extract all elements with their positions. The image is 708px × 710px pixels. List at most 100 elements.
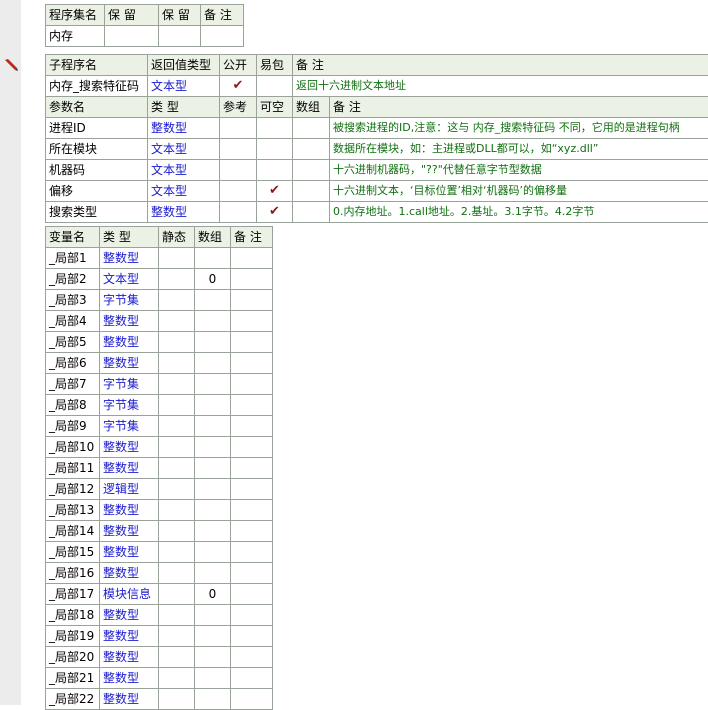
variable-array-cell[interactable] [195, 647, 231, 668]
variable-name-cell[interactable]: _局部22 [46, 689, 100, 710]
variable-static-cell[interactable] [159, 584, 195, 605]
param-note-cell[interactable]: 十六进制机器码，"??"代替任意字节型数据 [330, 160, 708, 181]
variable-type-cell[interactable]: 整数型 [100, 353, 159, 374]
variable-array-cell[interactable] [195, 290, 231, 311]
variable-type-cell[interactable]: 整数型 [100, 542, 159, 563]
variable-note-cell[interactable] [231, 248, 273, 269]
variable-row[interactable]: _局部22整数型 [46, 689, 273, 710]
param-type-cell[interactable]: 整数型 [148, 118, 220, 139]
variable-note-cell[interactable] [231, 458, 273, 479]
param-array-cell[interactable] [293, 160, 330, 181]
variable-static-cell[interactable] [159, 248, 195, 269]
param-type-cell[interactable]: 文本型 [148, 181, 220, 202]
variable-row[interactable]: _局部21整数型 [46, 668, 273, 689]
subprogram-name-cell[interactable]: 内存_搜索特征码 [46, 76, 148, 97]
variable-type-cell[interactable]: 文本型 [100, 269, 159, 290]
variable-row[interactable]: _局部6整数型 [46, 353, 273, 374]
variable-row[interactable]: _局部19整数型 [46, 626, 273, 647]
variable-row[interactable]: _局部20整数型 [46, 647, 273, 668]
variable-array-cell[interactable] [195, 395, 231, 416]
variable-static-cell[interactable] [159, 689, 195, 710]
variable-static-cell[interactable] [159, 269, 195, 290]
param-name-cell[interactable]: 搜索类型 [46, 202, 148, 223]
variable-static-cell[interactable] [159, 458, 195, 479]
param-array-cell[interactable] [293, 139, 330, 160]
variable-static-cell[interactable] [159, 311, 195, 332]
variable-name-cell[interactable]: _局部21 [46, 668, 100, 689]
variable-name-cell[interactable]: _局部9 [46, 416, 100, 437]
variable-note-cell[interactable] [231, 353, 273, 374]
variable-note-cell[interactable] [231, 668, 273, 689]
assembly-row[interactable]: 内存 [46, 26, 244, 47]
variable-static-cell[interactable] [159, 563, 195, 584]
variable-type-cell[interactable]: 字节集 [100, 395, 159, 416]
variable-name-cell[interactable]: _局部18 [46, 605, 100, 626]
variable-row[interactable]: _局部12逻辑型 [46, 479, 273, 500]
variable-name-cell[interactable]: _局部16 [46, 563, 100, 584]
variable-note-cell[interactable] [231, 290, 273, 311]
variable-note-cell[interactable] [231, 626, 273, 647]
param-array-cell[interactable] [293, 181, 330, 202]
variable-array-cell[interactable]: 0 [195, 269, 231, 290]
variable-name-cell[interactable]: _局部7 [46, 374, 100, 395]
param-ref-cell[interactable] [220, 118, 257, 139]
param-row[interactable]: 机器码 文本型 十六进制机器码，"??"代替任意字节型数据 [46, 160, 708, 181]
variable-name-cell[interactable]: _局部4 [46, 311, 100, 332]
param-row[interactable]: 所在模块 文本型 数据所在模块，如：主进程或DLL都可以，如“xyz.dll” [46, 139, 708, 160]
variable-array-cell[interactable] [195, 416, 231, 437]
variable-note-cell[interactable] [231, 437, 273, 458]
variable-name-cell[interactable]: _局部19 [46, 626, 100, 647]
variable-row[interactable]: _局部16整数型 [46, 563, 273, 584]
variable-row[interactable]: _局部2文本型 0 [46, 269, 273, 290]
variable-static-cell[interactable] [159, 353, 195, 374]
variable-name-cell[interactable]: _局部2 [46, 269, 100, 290]
variable-static-cell[interactable] [159, 395, 195, 416]
variable-type-cell[interactable]: 整数型 [100, 563, 159, 584]
variable-name-cell[interactable]: _局部15 [46, 542, 100, 563]
variable-array-cell[interactable] [195, 374, 231, 395]
variable-row[interactable]: _局部15整数型 [46, 542, 273, 563]
param-note-cell[interactable]: 0.内存地址。1.call地址。2.基址。3.1字节。4.2字节 [330, 202, 708, 223]
variable-type-cell[interactable]: 整数型 [100, 437, 159, 458]
variable-name-cell[interactable]: _局部20 [46, 647, 100, 668]
variable-row[interactable]: _局部10整数型 [46, 437, 273, 458]
variable-static-cell[interactable] [159, 521, 195, 542]
variable-note-cell[interactable] [231, 269, 273, 290]
variable-note-cell[interactable] [231, 542, 273, 563]
variable-static-cell[interactable] [159, 374, 195, 395]
subprogram-return-cell[interactable]: 文本型 [148, 76, 220, 97]
variable-row[interactable]: _局部8字节集 [46, 395, 273, 416]
variable-type-cell[interactable]: 整数型 [100, 647, 159, 668]
variable-array-cell[interactable] [195, 689, 231, 710]
variable-name-cell[interactable]: _局部11 [46, 458, 100, 479]
variable-array-cell[interactable] [195, 500, 231, 521]
param-ref-cell[interactable] [220, 160, 257, 181]
variable-note-cell[interactable] [231, 395, 273, 416]
assembly-name-cell[interactable]: 内存 [46, 26, 105, 47]
variable-name-cell[interactable]: _局部13 [46, 500, 100, 521]
variable-row[interactable]: _局部1整数型 [46, 248, 273, 269]
variable-static-cell[interactable] [159, 500, 195, 521]
variable-name-cell[interactable]: _局部10 [46, 437, 100, 458]
checkmark-icon[interactable]: ✔ [220, 76, 257, 97]
param-ref-cell[interactable] [220, 181, 257, 202]
variable-type-cell[interactable]: 整数型 [100, 458, 159, 479]
param-row[interactable]: 搜索类型 整数型 ✔ 0.内存地址。1.call地址。2.基址。3.1字节。4.… [46, 202, 708, 223]
param-ref-cell[interactable] [220, 139, 257, 160]
variable-array-cell[interactable] [195, 563, 231, 584]
assembly-note-cell[interactable] [201, 26, 244, 47]
subprogram-row[interactable]: 内存_搜索特征码 文本型 ✔ 返回十六进制文本地址 [46, 76, 708, 97]
param-array-cell[interactable] [293, 202, 330, 223]
variable-name-cell[interactable]: _局部17 [46, 584, 100, 605]
variable-static-cell[interactable] [159, 290, 195, 311]
variable-note-cell[interactable] [231, 374, 273, 395]
variable-note-cell[interactable] [231, 479, 273, 500]
variable-note-cell[interactable] [231, 605, 273, 626]
param-name-cell[interactable]: 进程ID [46, 118, 148, 139]
variable-static-cell[interactable] [159, 605, 195, 626]
variable-note-cell[interactable] [231, 416, 273, 437]
variable-name-cell[interactable]: _局部14 [46, 521, 100, 542]
variable-array-cell[interactable] [195, 353, 231, 374]
param-note-cell[interactable]: 被搜索进程的ID,注意：这与 内存_搜索特征码 不同，它用的是进程句柄 [330, 118, 708, 139]
variable-static-cell[interactable] [159, 626, 195, 647]
